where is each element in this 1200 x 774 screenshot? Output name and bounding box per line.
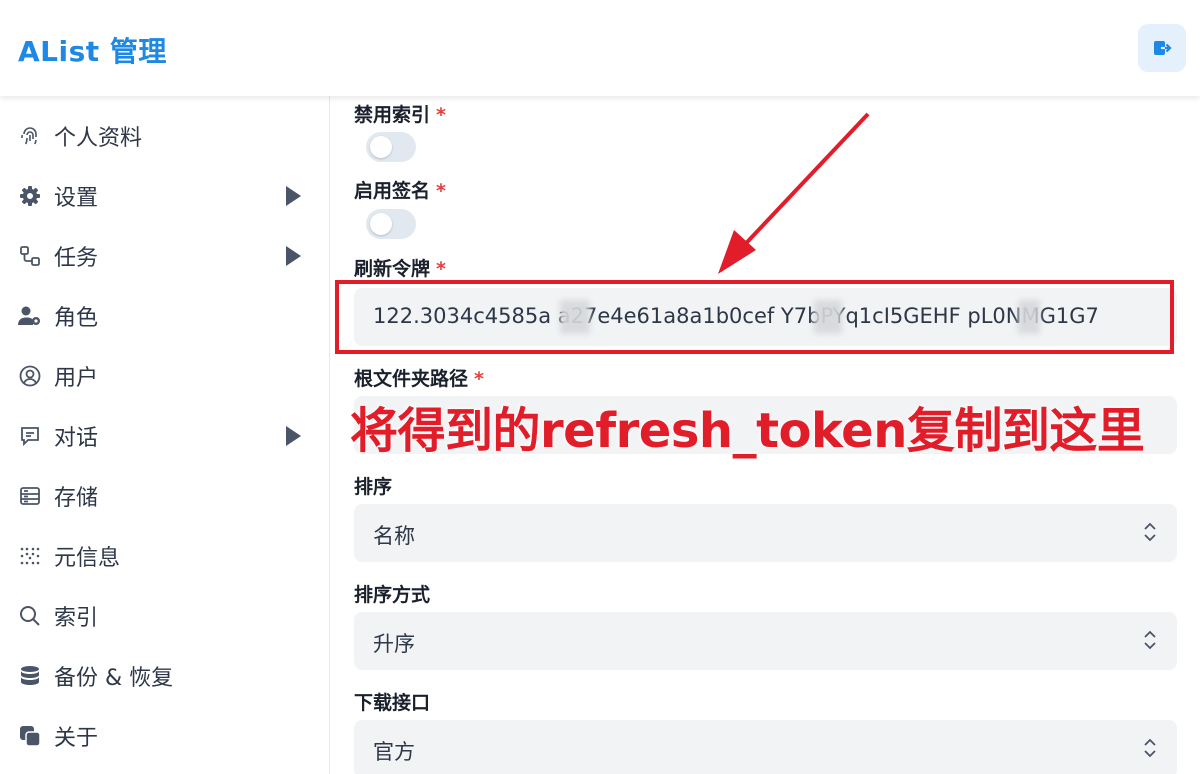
chevron-updown-icon	[1144, 630, 1156, 650]
field-label-root-folder: 根文件夹路径 *	[354, 368, 484, 390]
annotation-text: 将得到的refresh_token复制到这里	[350, 403, 1145, 459]
field-label-order-direction: 排序方式	[354, 584, 431, 606]
sidebar-item-index[interactable]: 索引	[0, 590, 329, 642]
annotation-arrow	[718, 112, 870, 274]
sidebar-item-backup[interactable]: 备份 & 恢复	[0, 650, 329, 702]
sidebar-item-label: 任务	[54, 246, 99, 271]
field-label-download-api: 下载接口	[354, 692, 431, 714]
sidebar-item-about[interactable]: 关于	[0, 710, 329, 762]
chevron-updown-icon	[1144, 738, 1156, 758]
user-circle-icon	[18, 364, 42, 388]
sidebar-item-label: 角色	[54, 306, 99, 331]
sidebar-item-label: 个人资料	[54, 126, 143, 151]
sidebar-item-label: 对话	[54, 426, 99, 451]
gear-icon	[18, 184, 42, 208]
expand-arrow-icon	[286, 186, 301, 206]
download-api-select[interactable]: 官方	[354, 720, 1177, 774]
fingerprint-icon	[18, 124, 42, 148]
sidebar-item-chat[interactable]: 对话	[0, 410, 329, 462]
sidebar-item-label: 关于	[54, 726, 99, 751]
search-icon	[18, 604, 42, 628]
sidebar-item-label: 用户	[54, 366, 99, 391]
about-icon	[18, 724, 42, 748]
app-title: AList 管理	[18, 35, 167, 68]
sidebar-item-label: 索引	[54, 606, 99, 631]
sidebar-item-storage[interactable]: 存储	[0, 470, 329, 522]
sidebar-item-settings[interactable]: 设置	[0, 170, 329, 222]
field-label-order-by: 排序	[354, 476, 393, 498]
database-icon	[18, 664, 42, 688]
sidebar-item-label: 存储	[54, 486, 99, 511]
sidebar-item-label: 备份 & 恢复	[54, 666, 174, 691]
user-gear-icon	[18, 304, 42, 328]
sidebar-item-users[interactable]: 用户	[0, 350, 329, 402]
sidebar: 个人资料 设置 任务 角色 用户 对话 存储 元信息 索引 备份 & 恢复 关于	[0, 96, 330, 774]
logout-icon	[1154, 41, 1172, 55]
chevron-updown-icon	[1144, 522, 1156, 542]
sidebar-item-meta[interactable]: 元信息	[0, 530, 329, 582]
expand-arrow-icon	[286, 426, 301, 446]
sidebar-item-roles[interactable]: 角色	[0, 290, 329, 342]
storage-icon	[18, 484, 42, 508]
flow-icon	[18, 244, 42, 268]
sidebar-item-label: 元信息	[54, 546, 121, 571]
expand-arrow-icon	[286, 246, 301, 266]
top-header: AList 管理	[0, 0, 1200, 96]
order-direction-select[interactable]: 升序	[354, 612, 1177, 670]
sidebar-item-profile[interactable]: 个人资料	[0, 110, 329, 162]
order-by-select[interactable]: 名称	[354, 504, 1177, 562]
sidebar-item-tasks[interactable]: 任务	[0, 230, 329, 282]
storage-form: 禁用索引 * 启用签名 * 刷新令牌 * 122.3034c4585a a27e4e6…	[330, 96, 1200, 774]
meta-icon	[18, 544, 42, 568]
logout-button[interactable]	[1138, 24, 1186, 72]
chat-icon	[18, 424, 42, 448]
sidebar-item-label: 设置	[54, 186, 99, 211]
